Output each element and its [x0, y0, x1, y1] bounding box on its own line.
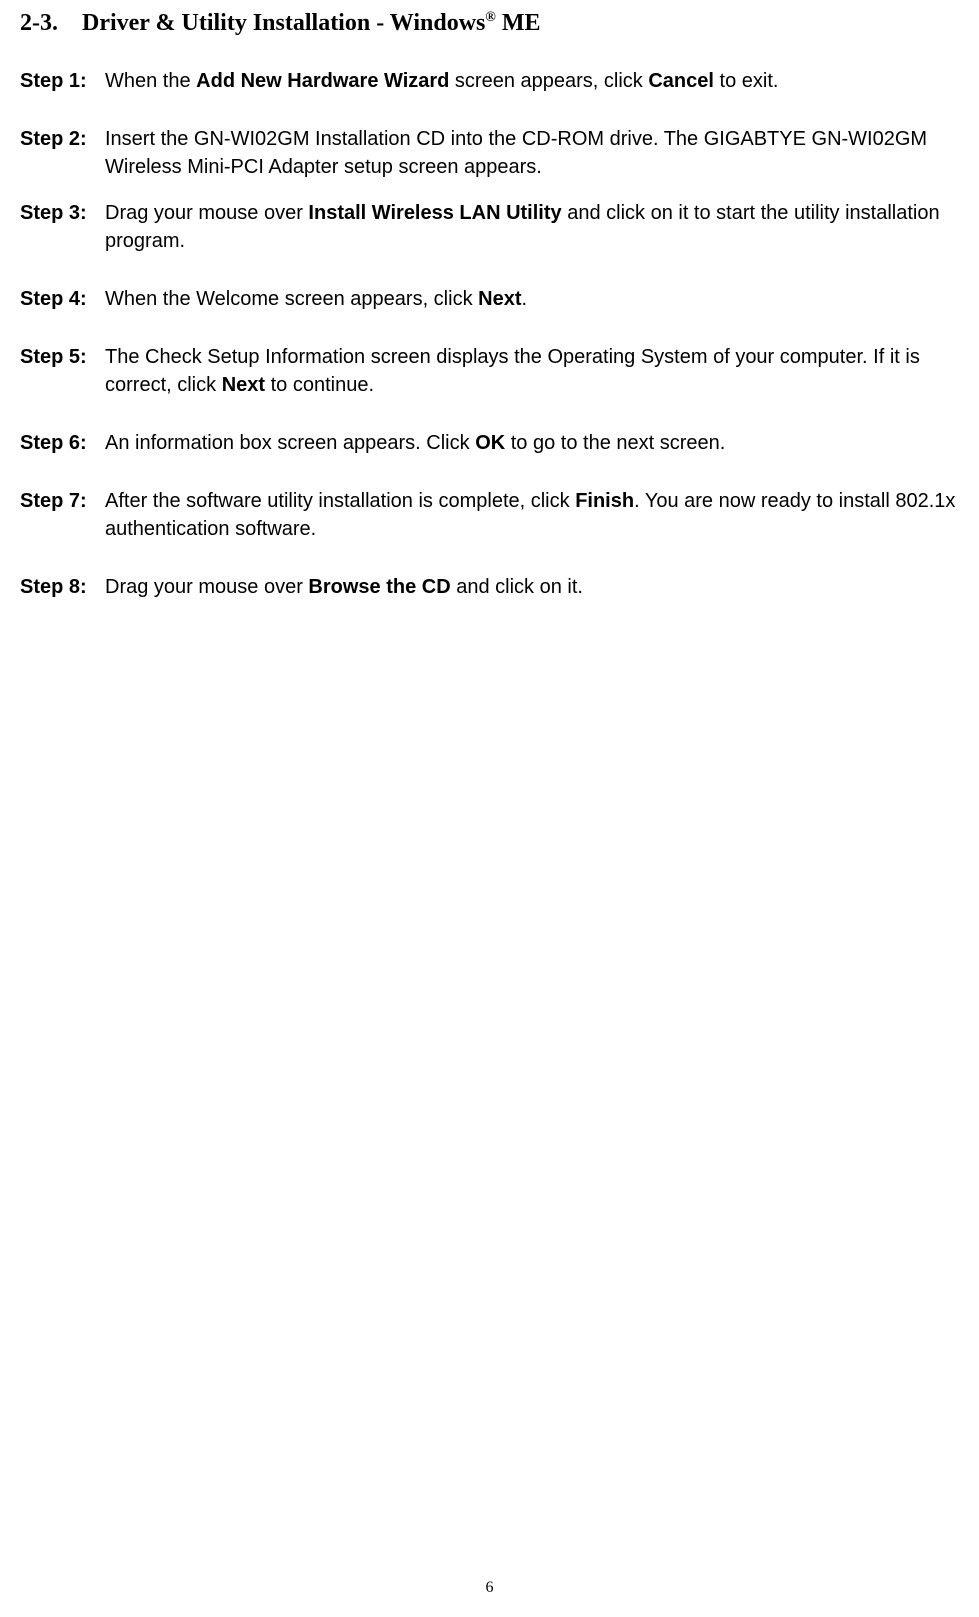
- step-text-segment: Cancel: [648, 70, 714, 92]
- step-text-segment: After the software utility installation …: [105, 490, 575, 512]
- step-item: Step 8:Drag your mouse over Browse the C…: [20, 573, 959, 601]
- step-body: An information box screen appears. Click…: [105, 429, 959, 457]
- step-text-segment: to go to the next screen.: [505, 432, 725, 454]
- step-item: Step 4:When the Welcome screen appears, …: [20, 285, 959, 313]
- step-label: Step 3:: [20, 199, 105, 227]
- step-text-segment: screen appears, click: [449, 70, 648, 92]
- step-text-segment: OK: [475, 432, 505, 454]
- section-number: 2-3.: [20, 10, 58, 36]
- step-text-segment: Next: [222, 374, 265, 396]
- step-item: Step 6:An information box screen appears…: [20, 429, 959, 457]
- step-text-segment: Install Wireless LAN Utility: [308, 202, 561, 224]
- page-number: 6: [486, 1579, 494, 1597]
- step-label: Step 7:: [20, 487, 105, 515]
- step-text-segment: Browse the CD: [308, 576, 450, 598]
- heading-title-after: ME: [496, 10, 541, 36]
- step-body: The Check Setup Information screen displ…: [105, 343, 959, 399]
- step-text-segment: Drag your mouse over: [105, 576, 308, 598]
- step-text-segment: to exit.: [714, 70, 778, 92]
- steps-list: Step 1:When the Add New Hardware Wizard …: [20, 67, 959, 601]
- step-text-segment: Finish: [575, 490, 634, 512]
- step-body: Insert the GN-WI02GM Installation CD int…: [105, 125, 959, 181]
- step-item: Step 3:Drag your mouse over Install Wire…: [20, 199, 959, 255]
- step-text-segment: Add New Hardware Wizard: [196, 70, 449, 92]
- step-text-segment: Drag your mouse over: [105, 202, 308, 224]
- step-label: Step 8:: [20, 573, 105, 601]
- step-text-segment: When the: [105, 70, 196, 92]
- step-text-segment: An information box screen appears. Click: [105, 432, 475, 454]
- step-text-segment: .: [521, 288, 527, 310]
- step-text-segment: Next: [478, 288, 521, 310]
- step-body: Drag your mouse over Install Wireless LA…: [105, 199, 959, 255]
- step-text-segment: When the Welcome screen appears, click: [105, 288, 478, 310]
- step-body: After the software utility installation …: [105, 487, 959, 543]
- step-label: Step 2:: [20, 125, 105, 153]
- step-label: Step 6:: [20, 429, 105, 457]
- step-item: Step 7:After the software utility instal…: [20, 487, 959, 543]
- step-label: Step 5:: [20, 343, 105, 371]
- step-text-segment: Insert the GN-WI02GM Installation CD int…: [105, 128, 927, 178]
- step-body: When the Add New Hardware Wizard screen …: [105, 67, 959, 95]
- section-heading: 2-3. Driver & Utility Installation - Win…: [20, 10, 959, 37]
- step-label: Step 4:: [20, 285, 105, 313]
- step-body: When the Welcome screen appears, click N…: [105, 285, 959, 313]
- step-body: Drag your mouse over Browse the CD and c…: [105, 573, 959, 601]
- step-item: Step 2:Insert the GN-WI02GM Installation…: [20, 125, 959, 181]
- step-text-segment: and click on it.: [451, 576, 583, 598]
- heading-title-before: Driver & Utility Installation - Windows: [82, 10, 485, 36]
- step-text-segment: to continue.: [265, 374, 374, 396]
- step-label: Step 1:: [20, 67, 105, 95]
- step-item: Step 5:The Check Setup Information scree…: [20, 343, 959, 399]
- step-item: Step 1:When the Add New Hardware Wizard …: [20, 67, 959, 95]
- heading-sup: ®: [485, 10, 495, 25]
